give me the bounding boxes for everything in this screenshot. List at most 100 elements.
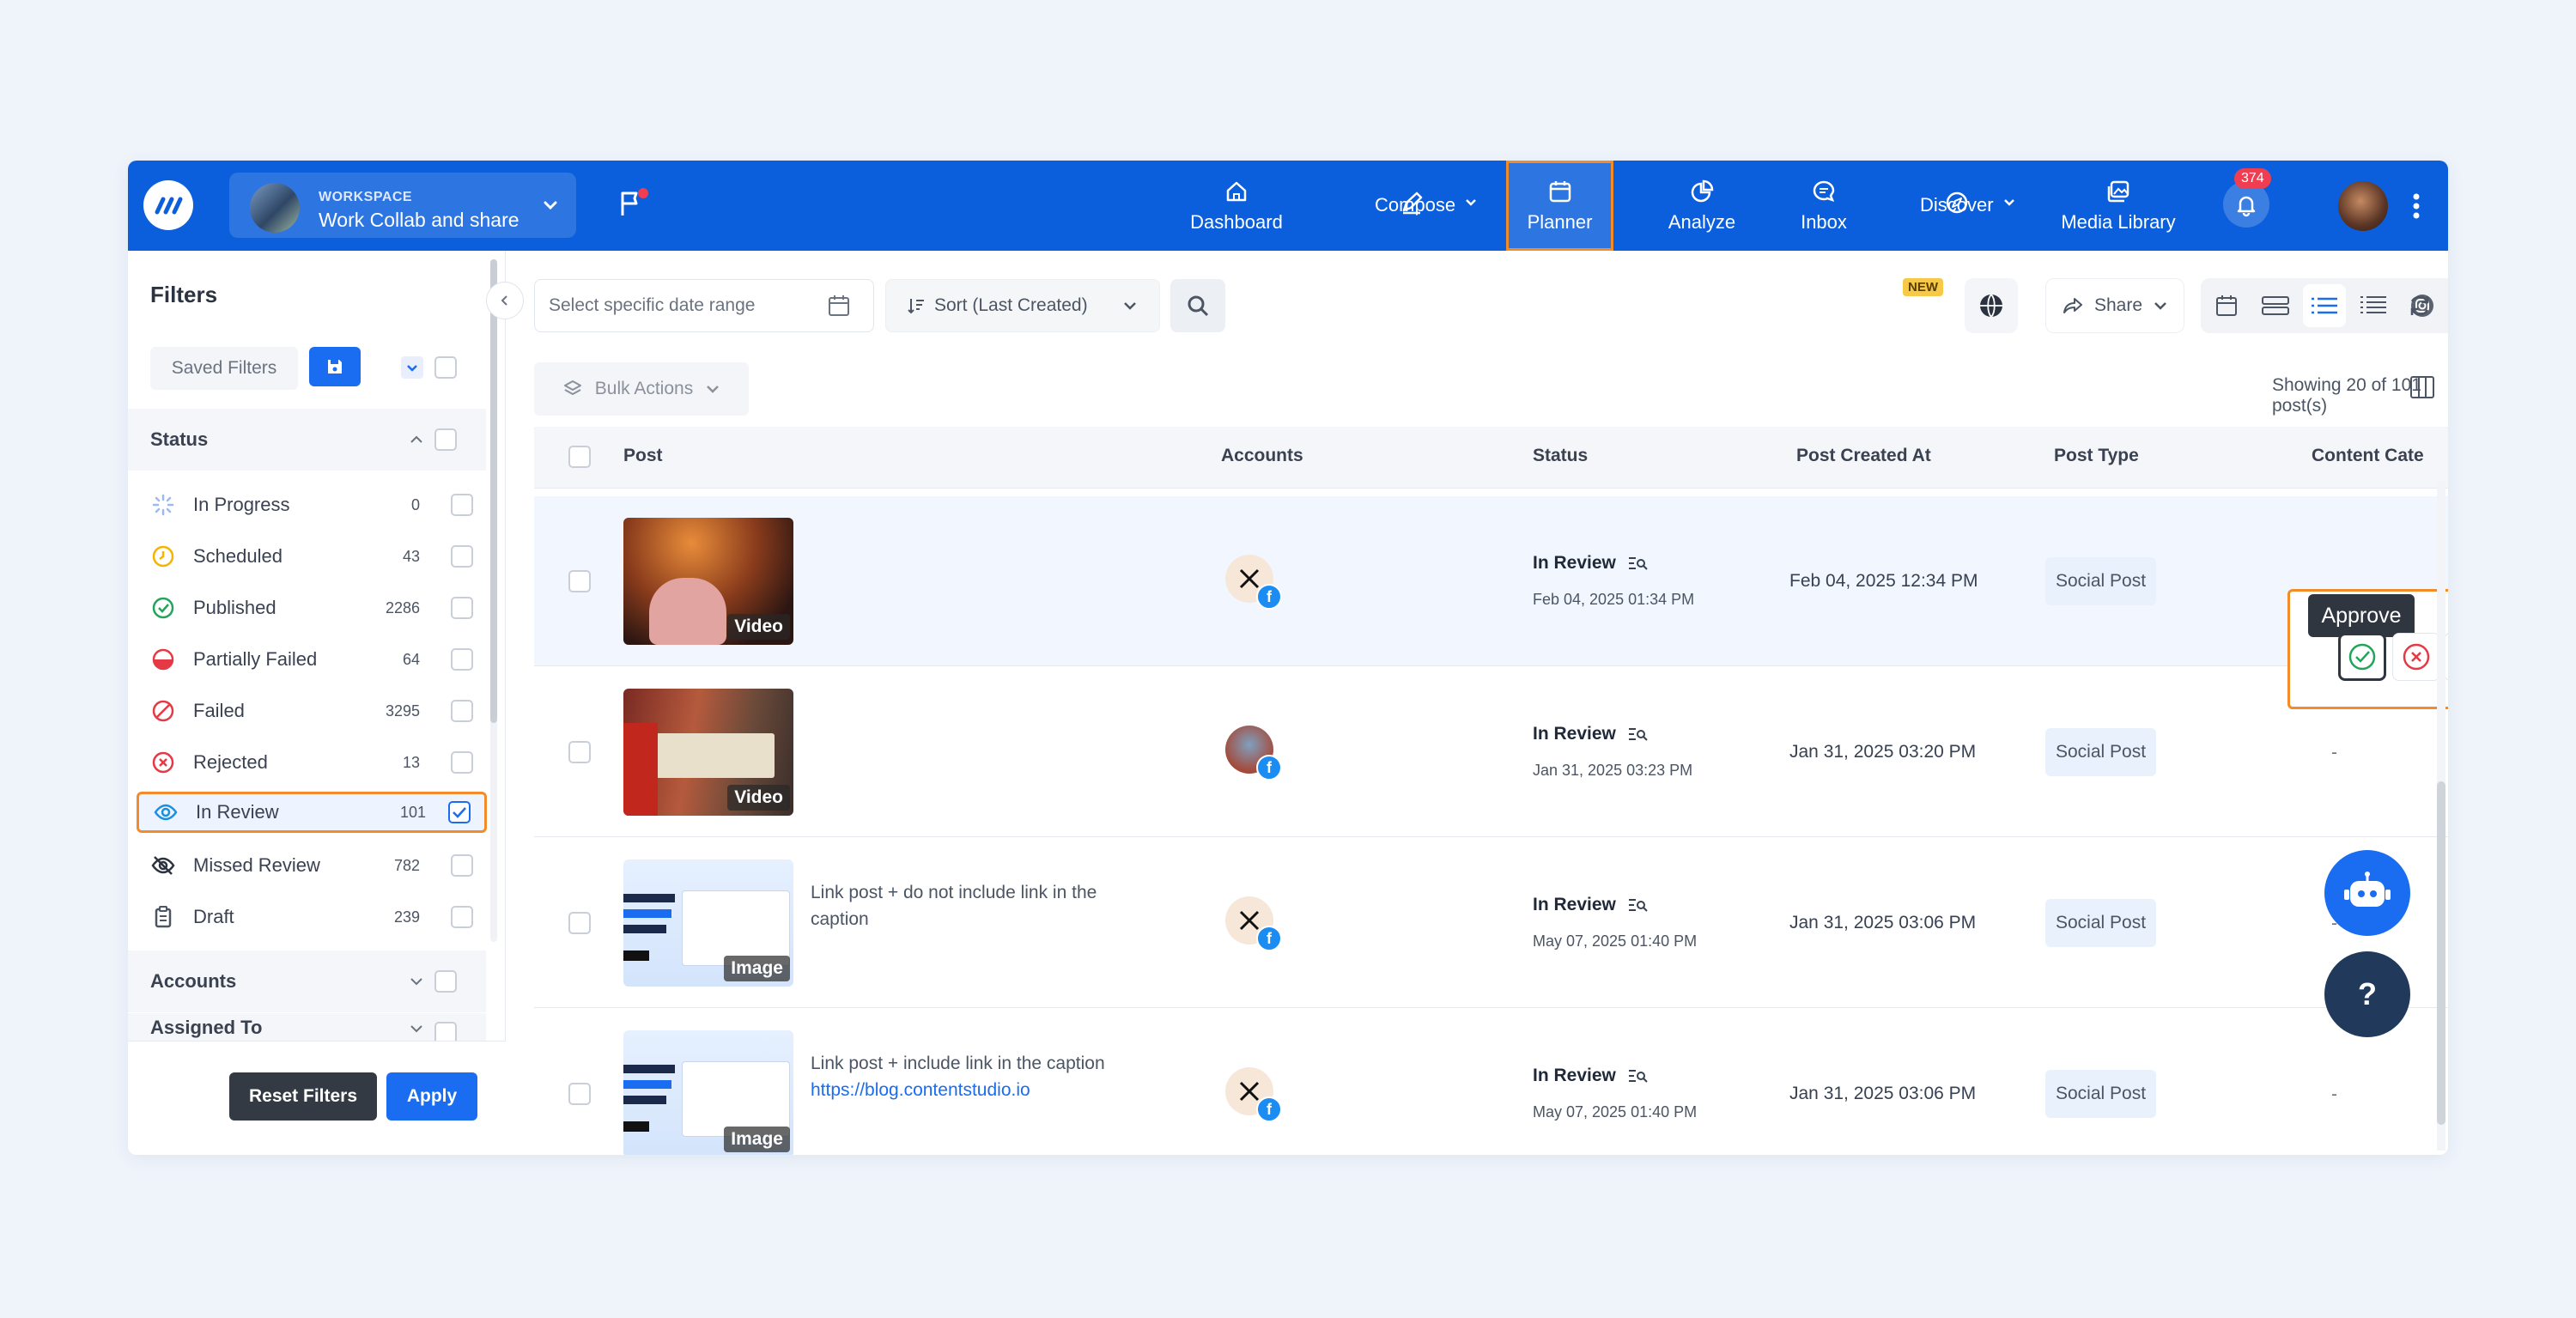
select-all-dropdown[interactable] (401, 356, 423, 379)
column-header[interactable]: Accounts (1221, 446, 1303, 466)
filter-checkbox[interactable] (451, 545, 473, 568)
column-header[interactable]: Post Created At (1796, 446, 1931, 466)
nav-inbox[interactable]: Inbox (1777, 161, 1871, 251)
chevron-down-icon (407, 365, 417, 372)
row-checkbox[interactable] (568, 570, 591, 592)
chevron-down-icon (410, 1025, 422, 1033)
nav-discover[interactable]: Discover (1893, 161, 2448, 291)
assigned-section-header[interactable]: Assigned To (128, 1013, 486, 1041)
nav-analyze[interactable]: Analyze (1646, 161, 1758, 251)
clock-icon (152, 545, 174, 568)
row-checkbox[interactable] (568, 741, 591, 763)
filter-label: Rejected (193, 751, 268, 773)
reset-filters-button[interactable]: Reset Filters (229, 1072, 377, 1121)
status-section-checkbox[interactable] (434, 428, 457, 451)
compact-list-view-button[interactable] (2352, 284, 2395, 327)
column-header[interactable]: Content Cate (2312, 446, 2424, 466)
user-avatar[interactable] (2338, 181, 2388, 231)
caption-text: Link post + do not include link in the c… (811, 883, 1097, 929)
accounts-section-header[interactable]: Accounts (128, 951, 486, 1012)
globe-icon (1980, 294, 2002, 318)
date-range-input[interactable]: Select specific date range (534, 279, 874, 332)
status-section-label: Status (150, 428, 209, 450)
share-button[interactable]: Share (2045, 278, 2184, 333)
filter-in-review[interactable]: In Review 101 (137, 792, 487, 833)
filter-count: 782 (393, 856, 420, 874)
columns-icon[interactable] (2409, 374, 2435, 400)
filter-count: 0 (410, 495, 420, 513)
reject-button[interactable] (2392, 633, 2440, 681)
post-type-badge: Social Post (2045, 557, 2157, 605)
filter-scheduled[interactable]: Scheduled 43 (150, 536, 477, 577)
refresh-icon[interactable] (2406, 292, 2433, 319)
nav-compose[interactable]: Compose (1347, 161, 2448, 291)
table-scrollbar[interactable] (2437, 481, 2445, 1151)
filter-partially-failed[interactable]: Partially Failed 64 (150, 639, 477, 680)
filter-checkbox[interactable] (451, 648, 473, 671)
table-row[interactable]: Image Link post + do not include link in… (534, 838, 2448, 1008)
filter-failed[interactable]: Failed 3295 (150, 690, 477, 732)
workspace-switcher[interactable]: WORKSPACE Work Collab and share (229, 173, 576, 238)
filter-checkbox[interactable] (451, 751, 473, 774)
filter-draft[interactable]: Draft 239 (150, 896, 477, 938)
filter-missed-review[interactable]: Missed Review 782 (150, 845, 477, 886)
filter-published[interactable]: Published 2286 (150, 587, 477, 629)
flag-icon[interactable] (616, 186, 650, 221)
post-thumbnail[interactable]: Video (623, 518, 793, 645)
review-list-icon (1628, 557, 1648, 570)
nav-media-library[interactable]: Media Library (2045, 161, 2191, 251)
filter-count: 64 (402, 650, 420, 668)
table-row[interactable]: Video f In Review Feb 04, 2025 01:34 PM … (534, 496, 2448, 666)
bulk-actions-dropdown[interactable]: Bulk Actions (534, 362, 749, 416)
feed-view-button[interactable] (2254, 284, 2297, 327)
saved-filters-button[interactable]: Saved Filters (150, 347, 298, 390)
more-vertical-icon[interactable] (2412, 191, 2421, 221)
check-circle-icon (2348, 643, 2376, 671)
approve-button[interactable] (2338, 633, 2386, 681)
check-circle-icon (152, 597, 174, 619)
row-checkbox[interactable] (568, 912, 591, 934)
filter-checkbox[interactable] (451, 700, 473, 722)
post-thumbnail[interactable]: Image (623, 859, 793, 987)
post-thumbnail[interactable]: Image (623, 1030, 793, 1155)
robot-icon (2344, 872, 2391, 907)
sort-dropdown[interactable]: Sort (Last Created) (885, 279, 1160, 332)
select-all-posts-checkbox[interactable] (568, 446, 591, 468)
filter-checkbox[interactable] (451, 494, 473, 516)
apply-button[interactable]: Apply (386, 1072, 477, 1121)
ai-assistant-button[interactable] (2324, 850, 2410, 936)
caption-link[interactable]: https://blog.contentstudio.io (811, 1077, 1145, 1103)
list-view-button[interactable] (2303, 284, 2346, 327)
calendar-view-button[interactable] (2205, 284, 2248, 327)
table-row[interactable]: Video f In Review Jan 31, 2025 03:23 PM … (534, 667, 2448, 837)
post-thumbnail[interactable]: Video (623, 689, 793, 816)
select-all-checkbox[interactable] (434, 356, 457, 379)
filter-in-progress[interactable]: In Progress 0 (150, 484, 477, 525)
ban-icon (152, 700, 174, 722)
nav-dashboard[interactable]: Dashboard (1181, 161, 1292, 251)
help-button[interactable]: ? (2324, 951, 2410, 1037)
nav-planner[interactable]: Planner (1506, 161, 1613, 251)
timezone-button[interactable] (1965, 278, 2018, 333)
column-header[interactable]: Post Type (2054, 446, 2139, 466)
assigned-section-checkbox[interactable] (434, 1022, 457, 1041)
post-status: In Review (1533, 895, 1649, 915)
status-section-header[interactable]: Status (128, 409, 486, 471)
column-header[interactable]: Post (623, 446, 663, 466)
filter-checkbox[interactable] (451, 854, 473, 877)
filter-rejected[interactable]: Rejected 13 (150, 742, 477, 783)
search-button[interactable] (1170, 279, 1225, 332)
sidebar-scrollbar[interactable] (490, 259, 497, 942)
row-checkbox[interactable] (568, 1083, 591, 1105)
sort-icon (908, 299, 924, 314)
save-filter-button[interactable] (309, 347, 361, 386)
collapse-sidebar-button[interactable] (486, 282, 524, 319)
table-row[interactable]: Image Link post + include link in the ca… (534, 1009, 2448, 1155)
app-logo[interactable] (143, 180, 193, 230)
filter-checkbox[interactable] (451, 906, 473, 928)
filter-checkbox[interactable] (451, 597, 473, 619)
column-header[interactable]: Status (1533, 446, 1588, 466)
filter-checkbox-checked[interactable] (448, 801, 471, 823)
accounts-section-checkbox[interactable] (434, 970, 457, 993)
assigned-section-label: Assigned To (150, 1017, 263, 1038)
